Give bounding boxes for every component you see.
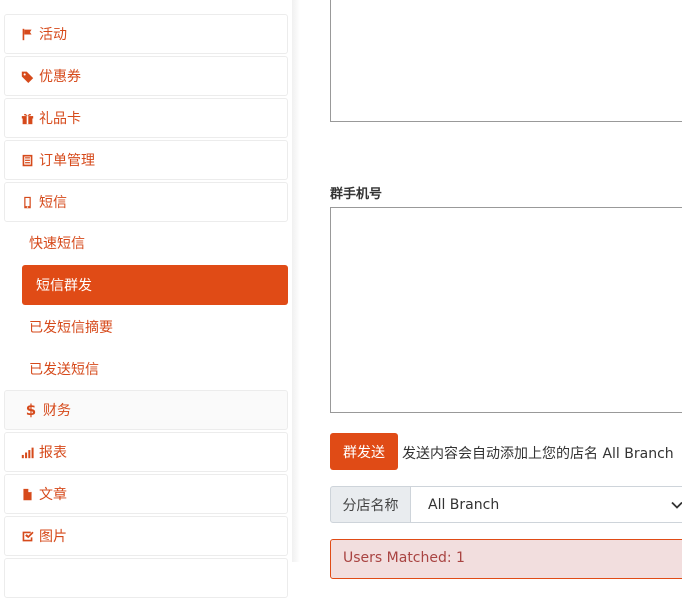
send-note: 发送内容会自动添加上您的店名 All Branch <box>402 446 674 462</box>
sidebar-item-label: 订单管理 <box>39 153 95 169</box>
sidebar-item-activity[interactable]: 活动 <box>4 14 288 54</box>
sidebar-item-sms[interactable]: 短信 <box>4 182 288 222</box>
message-textarea[interactable] <box>330 0 682 122</box>
sidebar-item-label: 优惠券 <box>39 69 81 85</box>
sidebar-item-label: 报表 <box>39 445 67 461</box>
submenu-item-label: 短信群发 <box>36 278 92 294</box>
sidebar-item-reports[interactable]: 报表 <box>4 432 288 472</box>
sidebar-item-label: 活动 <box>39 27 67 43</box>
submenu-item-label: 已发送短信 <box>29 362 99 378</box>
sidebar-shadow <box>292 0 300 562</box>
submenu-item-label: 已发短信摘要 <box>29 320 113 336</box>
sidebar-item-finance[interactable]: $ 财务 <box>4 390 288 430</box>
dollar-icon: $ <box>25 401 37 419</box>
file-icon <box>19 486 35 502</box>
sidebar-item-gift-cards[interactable]: 礼品卡 <box>4 98 288 138</box>
mobile-icon <box>19 194 35 210</box>
phones-label: 群手机号 <box>330 187 383 202</box>
main-content: 群手机号 群发送 发送内容会自动添加上您的店名 All Branch 分店名称 … <box>300 0 682 579</box>
sidebar-item-orders[interactable]: 订单管理 <box>4 140 288 180</box>
sidebar-item-articles[interactable]: 文章 <box>4 474 288 514</box>
sidebar: 活动 优惠券 礼品卡 订单管理 短信 快速短信 短信群发 已发短信摘要 已发送短… <box>0 0 300 598</box>
branch-select[interactable]: All Branch <box>411 486 682 523</box>
submenu-item-sent-sms[interactable]: 已发送短信 <box>22 350 288 388</box>
check-square-icon <box>19 528 35 544</box>
sidebar-item-label: 图片 <box>39 529 67 545</box>
gift-icon <box>19 110 35 126</box>
flag-icon <box>19 26 35 42</box>
submenu-item-sent-summary[interactable]: 已发短信摘要 <box>22 308 288 346</box>
sidebar-item-label: 文章 <box>39 487 67 503</box>
sidebar-item-next[interactable] <box>4 558 288 598</box>
submenu-item-bulk-sms[interactable]: 短信群发 <box>22 265 288 305</box>
sidebar-item-label: 短信 <box>39 195 67 211</box>
phones-textarea[interactable] <box>330 207 682 413</box>
sidebar-item-images[interactable]: 图片 <box>4 516 288 556</box>
sidebar-item-label: 财务 <box>43 403 71 419</box>
submenu-item-label: 快速短信 <box>29 236 85 252</box>
send-button[interactable]: 群发送 <box>330 433 398 470</box>
sidebar-item-label: 礼品卡 <box>39 111 81 127</box>
tags-icon <box>19 68 35 84</box>
branch-label: 分店名称 <box>330 486 411 523</box>
users-matched-alert: Users Matched: 1 <box>330 539 682 579</box>
submenu-item-quick-sms[interactable]: 快速短信 <box>22 224 288 262</box>
bar-chart-icon <box>19 444 35 460</box>
branch-selected-value: All Branch <box>428 496 500 513</box>
sidebar-item-coupons[interactable]: 优惠券 <box>4 56 288 96</box>
chevron-down-icon <box>671 501 682 509</box>
list-icon <box>19 152 35 168</box>
